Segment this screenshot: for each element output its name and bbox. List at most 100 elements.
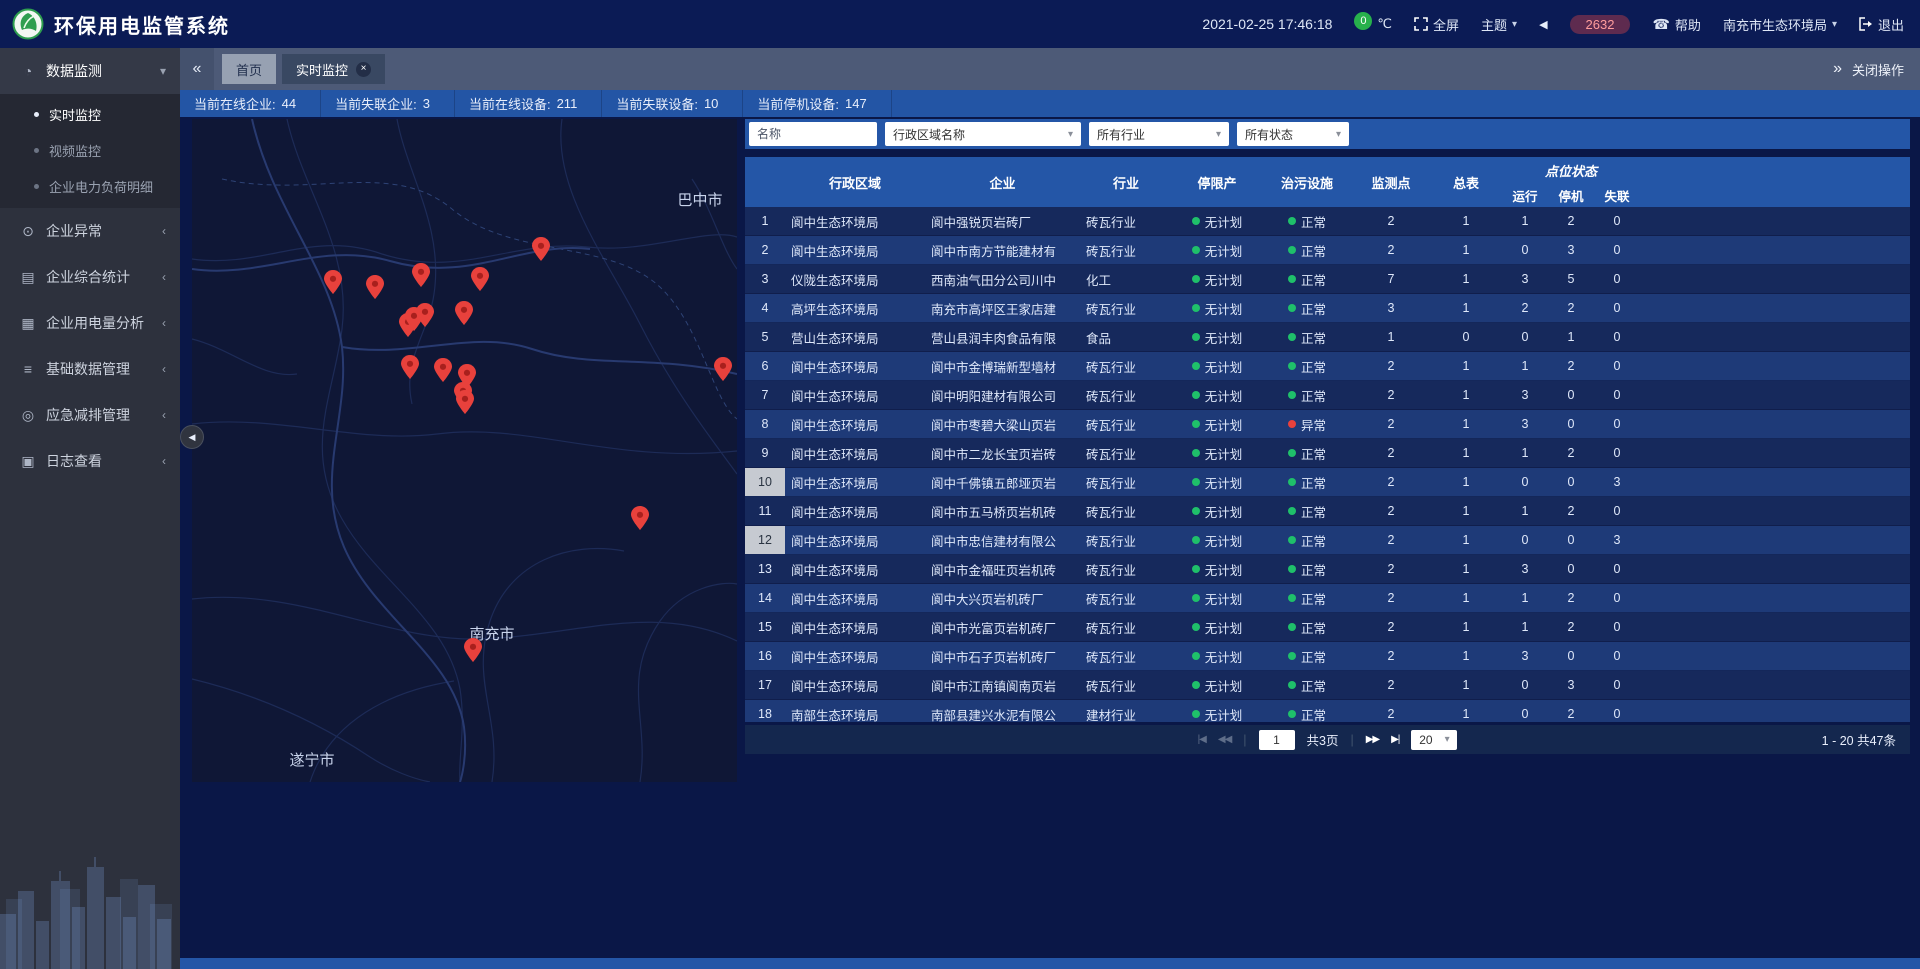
page-number-input[interactable]	[1259, 730, 1295, 750]
sidebar-item-6[interactable]: ▣日志查看‹	[0, 438, 180, 484]
cell-meters: 1	[1430, 584, 1502, 612]
sidebar-item-label: 企业用电量分析	[46, 313, 162, 333]
cell-region: 阆中生态环境局	[785, 497, 925, 525]
tab-0[interactable]: 首页	[222, 54, 276, 84]
stat-value: 10	[704, 96, 718, 111]
tab-close-icon[interactable]: ×	[356, 62, 371, 77]
prev-page-icon[interactable]: ◀◀	[1218, 734, 1231, 745]
help-button[interactable]: ☎ 帮助	[1652, 15, 1700, 34]
tab-1[interactable]: 实时监控×	[282, 54, 385, 84]
cell-points: 2	[1352, 526, 1430, 554]
status-dot-green	[1288, 681, 1296, 689]
status-dot-green	[1288, 536, 1296, 544]
last-page-icon[interactable]: ▶|	[1391, 734, 1399, 745]
stat-label: 当前在线企业:	[194, 94, 276, 113]
tabs-scroll-right-icon[interactable]: »	[1833, 60, 1842, 78]
cell-stop: 0	[1548, 410, 1594, 438]
sidebar-item-label: 数据监测	[46, 61, 160, 81]
cell-region: 仪陇生态环境局	[785, 265, 925, 293]
table-row[interactable]: 18南部生态环境局南部县建兴水泥有限公建材行业无计划正常21020	[745, 700, 1910, 722]
table-row[interactable]: 14阆中生态环境局阆中大兴页岩机砖厂砖瓦行业无计划正常21120	[745, 584, 1910, 613]
cell-region: 阆中生态环境局	[785, 439, 925, 467]
status-dot-green	[1288, 304, 1296, 312]
region-filter-select[interactable]: 行政区域名称 ▾	[885, 122, 1081, 146]
sidebar-item-3[interactable]: ▦企业用电量分析‹	[0, 300, 180, 346]
cell-filler	[1640, 671, 1910, 699]
cell-company: 南充市高坪区王家店建	[925, 294, 1080, 322]
cell-company: 阆中市金福旺页岩机砖	[925, 555, 1080, 583]
cell-stop: 2	[1548, 439, 1594, 467]
logout-button[interactable]: 退出	[1859, 15, 1904, 34]
sidebar-subitem-0-1[interactable]: 视频监控	[0, 132, 180, 168]
map-panel[interactable]: 巴中市南充市遂宁市 ◀	[192, 119, 737, 782]
status-dot-green	[1288, 594, 1296, 602]
stat-value: 3	[423, 96, 430, 111]
page-size-select[interactable]: 20 ▾	[1411, 730, 1457, 750]
table-header: 行政区域 企业 行业 停限产 治污设施 监测点 总表 点位状态 运行 停机 失联	[745, 157, 1910, 207]
next-page-icon[interactable]: ▶▶	[1366, 734, 1379, 745]
table-row[interactable]: 6阆中生态环境局阆中市金博瑞新型墙材砖瓦行业无计划正常21120	[745, 352, 1910, 381]
cell-meters: 1	[1430, 526, 1502, 554]
fullscreen-button[interactable]: 全屏	[1414, 15, 1459, 34]
sidebar-item-1[interactable]: ⊙企业异常‹	[0, 208, 180, 254]
cell-limit: 无计划	[1172, 207, 1262, 235]
cell-points: 7	[1352, 265, 1430, 293]
status-filter-select[interactable]: 所有状态 ▾	[1237, 122, 1349, 146]
cell-limit: 无计划	[1172, 555, 1262, 583]
table-row[interactable]: 17阆中生态环境局阆中市江南镇阆南页岩砖瓦行业无计划正常21030	[745, 671, 1910, 700]
chevron-down-icon: ▾	[1445, 734, 1450, 745]
cell-stop: 0	[1548, 526, 1594, 554]
sidebar-item-5[interactable]: ◎应急减排管理‹	[0, 392, 180, 438]
stat-item: 当前在线设备:211	[455, 90, 602, 117]
theme-dropdown[interactable]: 主题 ▾	[1481, 15, 1517, 34]
table-row[interactable]: 1阆中生态环境局阆中强锐页岩砖厂砖瓦行业无计划正常21120	[745, 207, 1910, 236]
row-index: 12	[745, 526, 785, 554]
table-row[interactable]: 13阆中生态环境局阆中市金福旺页岩机砖砖瓦行业无计划正常21300	[745, 555, 1910, 584]
temperature-indicator: 0 ℃	[1354, 16, 1392, 32]
collapse-map-icon[interactable]: ◀	[180, 425, 204, 449]
table-row[interactable]: 5营山生态环境局营山县润丰肉食品有限食品无计划正常10010	[745, 323, 1910, 352]
cell-limit: 无计划	[1172, 352, 1262, 380]
table-row[interactable]: 11阆中生态环境局阆中市五马桥页岩机砖砖瓦行业无计划正常21120	[745, 497, 1910, 526]
alert-count-badge[interactable]: 2632	[1570, 15, 1631, 34]
stat-label: 当前在线设备:	[469, 94, 551, 113]
sidebar-subitem-0-2[interactable]: 企业电力负荷明细	[0, 168, 180, 204]
table-row[interactable]: 15阆中生态环境局阆中市光富页岩机砖厂砖瓦行业无计划正常21120	[745, 613, 1910, 642]
table-row[interactable]: 9阆中生态环境局阆中市二龙长宝页岩砖砖瓦行业无计划正常21120	[745, 439, 1910, 468]
sidebar-item-2[interactable]: ▤企业综合统计‹	[0, 254, 180, 300]
first-page-icon[interactable]: |◀	[1198, 734, 1206, 745]
sidebar-item-0[interactable]: ◔数据监测▾	[0, 48, 180, 94]
map-city-label: 巴中市	[677, 192, 722, 209]
logout-icon	[1859, 17, 1873, 31]
cell-meters: 1	[1430, 497, 1502, 525]
cell-company: 阆中市枣碧大梁山页岩	[925, 410, 1080, 438]
table-row[interactable]: 2阆中生态环境局阆中市南方节能建材有砖瓦行业无计划正常21030	[745, 236, 1910, 265]
cell-facility: 正常	[1262, 613, 1352, 641]
table-row[interactable]: 3仪陇生态环境局西南油气田分公司川中化工无计划正常71350	[745, 265, 1910, 294]
cell-meters: 1	[1430, 700, 1502, 722]
sidebar-subitem-0-0[interactable]: 实时监控	[0, 96, 180, 132]
tabs-scroll-left-icon[interactable]: «	[180, 48, 214, 90]
cell-run: 1	[1502, 584, 1548, 612]
cell-stop: 3	[1548, 236, 1594, 264]
org-dropdown[interactable]: 南充市生态环境局 ▾	[1723, 15, 1837, 34]
cell-filler	[1640, 352, 1910, 380]
table-row[interactable]: 4高坪生态环境局南充市高坪区王家店建砖瓦行业无计划正常31220	[745, 294, 1910, 323]
arrow-left-icon[interactable]: ◀	[1539, 18, 1547, 31]
cell-industry: 砖瓦行业	[1080, 497, 1172, 525]
table-row[interactable]: 7阆中生态环境局阆中明阳建材有限公司砖瓦行业无计划正常21300	[745, 381, 1910, 410]
table-row[interactable]: 12阆中生态环境局阆中市忠信建材有限公砖瓦行业无计划正常21003	[745, 526, 1910, 555]
industry-filter-select[interactable]: 所有行业 ▾	[1089, 122, 1229, 146]
cell-filler	[1640, 526, 1910, 554]
map-canvas[interactable]: 巴中市南充市遂宁市	[192, 119, 737, 782]
gauge-icon: ◔	[18, 63, 38, 79]
table-row[interactable]: 16阆中生态环境局阆中市石子页岩机砖厂砖瓦行业无计划正常21300	[745, 642, 1910, 671]
cell-company: 南部县建兴水泥有限公	[925, 700, 1080, 722]
cell-run: 3	[1502, 642, 1548, 670]
table-row[interactable]: 8阆中生态环境局阆中市枣碧大梁山页岩砖瓦行业无计划异常21300	[745, 410, 1910, 439]
cell-meters: 1	[1430, 642, 1502, 670]
sidebar-item-4[interactable]: ≡基础数据管理‹	[0, 346, 180, 392]
name-filter-input[interactable]	[749, 122, 877, 146]
table-row[interactable]: 10阆中生态环境局阆中千佛镇五郎垭页岩砖瓦行业无计划正常21003	[745, 468, 1910, 497]
close-operations-button[interactable]: 关闭操作	[1852, 60, 1904, 79]
